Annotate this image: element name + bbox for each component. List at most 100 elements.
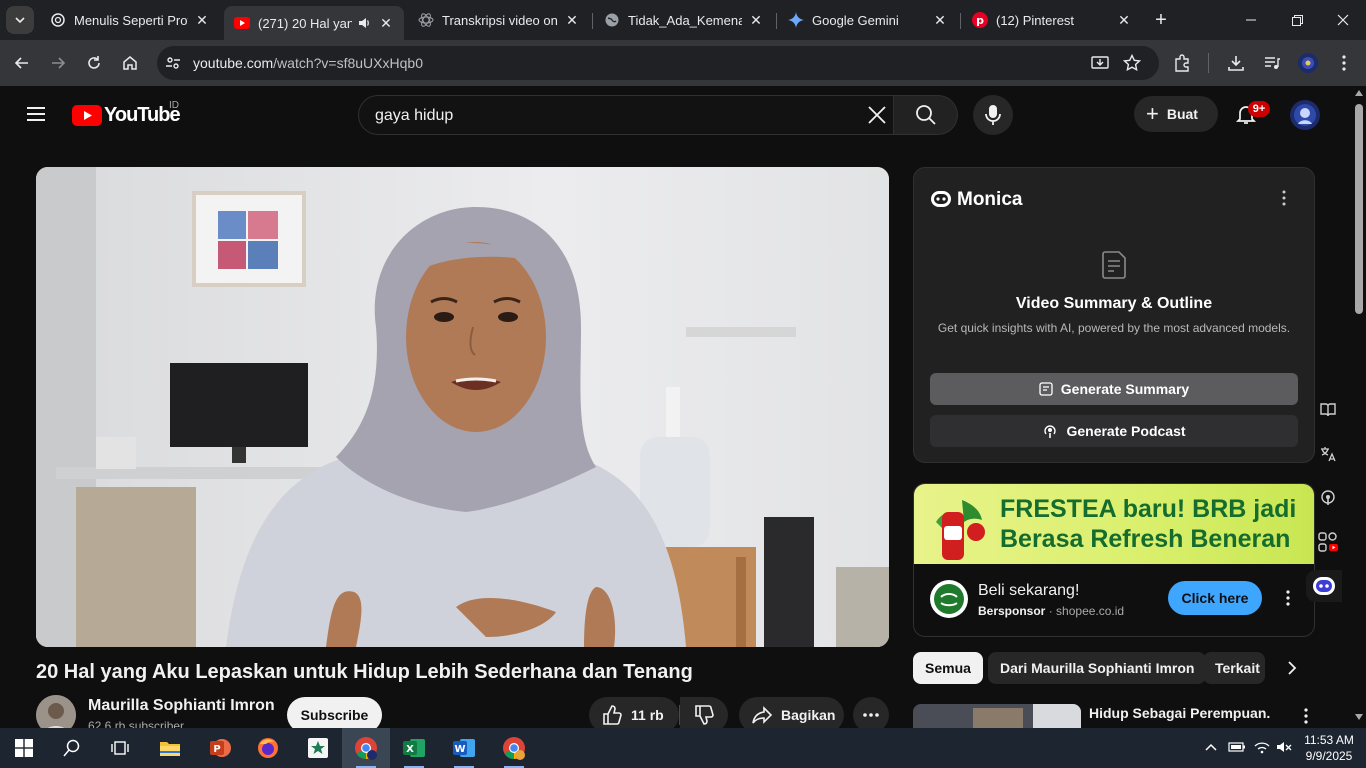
taskbar-chrome-profile[interactable] [490,728,538,768]
network-icon[interactable] [1254,740,1270,759]
plus-icon: + [1146,101,1159,126]
chip-from-channel[interactable]: Dari Maurilla Sophianti Imron [988,652,1207,684]
tab-gemini[interactable]: Google Gemini ✕ [778,6,958,34]
monica-toggle-icon[interactable] [1306,570,1342,602]
sponsored-label: Bersponsor [978,604,1046,618]
close-tab-icon[interactable]: ✕ [748,12,764,28]
back-button[interactable] [8,49,36,77]
reader-icon[interactable] [1314,396,1342,424]
close-tab-icon[interactable]: ✕ [1116,12,1132,28]
task-view-button[interactable] [96,728,144,768]
generate-summary-label: Generate Summary [1060,381,1190,397]
taskbar-chrome-active[interactable] [342,728,390,768]
tab-tidak-ada[interactable]: Tidak_Ada_Kemenangan ✕ [594,6,774,34]
restore-button[interactable] [1274,0,1320,40]
powerpoint-icon: P [210,739,231,757]
sponsored-ad[interactable]: FRESTEA baru! BRB jadi Berasa Refresh Be… [913,483,1315,637]
site-info-icon[interactable] [165,55,181,76]
install-app-icon[interactable] [1091,54,1109,77]
downloads-button[interactable] [1222,49,1250,77]
tab-youtube[interactable]: (271) 20 Hal yang Aku Lepaskan ✕ [224,6,404,40]
chips-next-button[interactable] [1276,652,1308,684]
taskbar-powerpoint[interactable]: P [196,728,244,768]
start-button[interactable] [0,728,48,768]
search-box[interactable] [358,95,894,135]
word-icon: W [453,739,475,757]
media-controls-button[interactable] [1258,49,1286,77]
voice-search-button[interactable] [973,95,1013,135]
ad-menu-icon[interactable] [1286,590,1290,611]
show-hidden-icons-button[interactable] [1204,740,1218,759]
channel-name[interactable]: Maurilla Sophianti Imron [88,697,275,715]
taskbar-firefox[interactable] [244,728,292,768]
scrollbar-thumb[interactable] [1355,104,1363,314]
close-tab-icon[interactable]: ✕ [932,12,948,28]
page-scrollbar[interactable] [1352,86,1366,728]
taskbar-file-explorer[interactable] [146,728,194,768]
search-input[interactable] [375,105,855,127]
frestea-bottle-image [936,500,985,560]
taskbar-word[interactable]: W [440,728,488,768]
new-tab-button[interactable]: + [1138,0,1184,40]
menu-icon [27,107,45,121]
chip-all[interactable]: Semua [913,652,983,684]
ad-banner[interactable]: FRESTEA baru! BRB jadi Berasa Refresh Be… [914,484,1314,564]
clear-search-icon[interactable] [867,105,887,130]
clock-time: 11:53 AM [1304,733,1354,747]
apps-youtube-icon[interactable] [1314,528,1342,556]
close-tab-icon[interactable]: ✕ [194,12,210,28]
create-label: Buat [1166,106,1198,122]
account-avatar[interactable] [1290,100,1320,130]
related-video-menu-icon[interactable] [1304,708,1308,729]
search-button[interactable] [894,95,958,135]
advertiser-logo[interactable] [930,580,968,618]
podcast-icon [1044,425,1057,438]
minimize-button[interactable] [1228,0,1274,40]
generate-summary-button[interactable]: Generate Summary [930,373,1298,405]
tab-pinterest[interactable]: p (12) Pinterest ✕ [962,6,1142,34]
url-path: /watch?v=sf8uUXxHqb0 [273,55,423,71]
browser-menu-button[interactable] [1330,49,1358,77]
youtube-logo[interactable]: YouTube [72,104,181,127]
frestea-logo-icon [934,584,964,614]
video-player[interactable] [36,167,889,647]
profile-avatar[interactable] [1294,49,1322,77]
system-clock[interactable]: 11:53 AM 9/9/2025 [1298,732,1360,764]
ad-banner-line-1: FRESTEA baru! BRB jadi [1000,495,1297,523]
ad-cta-button[interactable]: Click here [1168,581,1262,615]
related-video-title[interactable]: Hidup Sebagai Perempuan. [1089,705,1270,721]
generate-podcast-label: Generate Podcast [1066,423,1186,439]
reload-icon [88,56,100,69]
hamburger-menu-button[interactable] [24,102,48,126]
speaker-icon[interactable] [356,15,372,31]
volume-muted-icon[interactable] [1276,740,1292,759]
like-count: 11 rb [631,707,664,723]
taskbar-excel[interactable]: X [390,728,438,768]
tab-menulis[interactable]: Menulis Seperti Profesional ✕ [40,6,220,34]
forward-button[interactable] [44,49,72,77]
close-icon [1337,14,1349,26]
address-bar[interactable]: youtube.com/watch?v=sf8uUXxHqb0 [157,46,1159,80]
close-tab-icon[interactable]: ✕ [378,15,394,31]
close-window-button[interactable] [1320,0,1366,40]
taskbar-app-star[interactable] [294,728,342,768]
related-video-thumbnail[interactable] [913,704,1081,728]
svg-text:P: P [213,744,220,755]
taskbar-search-button[interactable] [48,728,96,768]
url-text[interactable]: youtube.com/watch?v=sf8uUXxHqb0 [193,55,423,71]
create-button[interactable]: + Buat [1134,96,1218,132]
tab-title: Menulis Seperti Profesional [74,12,188,28]
battery-icon[interactable] [1228,740,1246,759]
monica-menu-icon[interactable] [1282,190,1286,211]
reload-button[interactable] [80,49,108,77]
extensions-button[interactable] [1168,49,1196,77]
close-tab-icon[interactable]: ✕ [564,12,580,28]
podcast-side-icon[interactable] [1314,484,1342,512]
tab-search-button[interactable] [6,6,34,34]
home-button[interactable] [116,49,144,77]
bookmark-star-icon[interactable] [1122,53,1142,77]
tab-transkripsi[interactable]: Transkripsi video online ✕ [408,6,590,34]
generate-podcast-button[interactable]: Generate Podcast [930,415,1298,447]
translate-icon[interactable] [1314,440,1342,468]
chip-related[interactable]: Terkait [1203,652,1265,684]
